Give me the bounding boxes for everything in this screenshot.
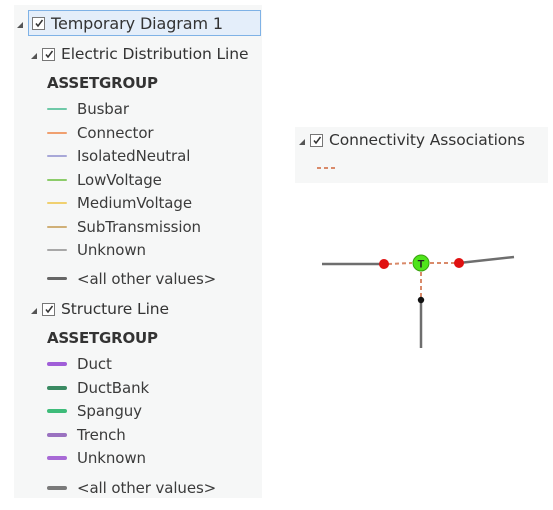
association-left[interactable] xyxy=(387,262,413,265)
vertex-point[interactable] xyxy=(417,296,425,304)
edge-right[interactable] xyxy=(458,255,515,265)
tee-junction-label: T xyxy=(418,259,425,271)
endpoint-junction-right[interactable] xyxy=(454,258,464,268)
endpoint-junction-left[interactable] xyxy=(379,259,389,269)
diagram-canvas[interactable]: T xyxy=(0,0,553,510)
